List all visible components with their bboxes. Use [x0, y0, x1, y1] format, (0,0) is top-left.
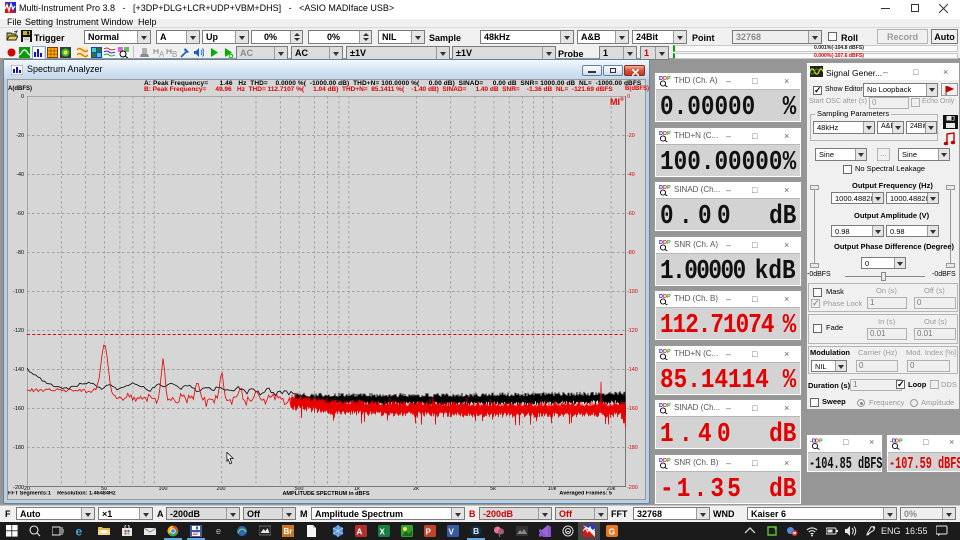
svg-text:P: P	[426, 528, 432, 537]
svg-text:P: P	[667, 131, 671, 137]
svg-text:P: P	[667, 403, 671, 409]
svg-text:P: P	[667, 240, 671, 246]
svg-text:X: X	[380, 528, 386, 537]
svg-text:e: e	[76, 525, 83, 537]
svg-text:P: P	[667, 294, 671, 300]
svg-text:B: B	[473, 526, 479, 536]
svg-text:B: B	[172, 50, 177, 58]
svg-text:P: P	[667, 349, 671, 355]
svg-text:P: P	[667, 185, 671, 191]
svg-text:P: P	[667, 458, 671, 464]
svg-text:е: е	[216, 526, 221, 536]
svg-text:G: G	[609, 527, 616, 537]
svg-text:Br: Br	[284, 527, 293, 536]
svg-text:V: V	[449, 528, 455, 537]
svg-text:P: P	[819, 439, 823, 445]
svg-text:P: P	[899, 439, 903, 445]
svg-text:A: A	[159, 50, 164, 58]
svg-text:A: A	[357, 528, 363, 537]
svg-text:P: P	[667, 76, 671, 82]
